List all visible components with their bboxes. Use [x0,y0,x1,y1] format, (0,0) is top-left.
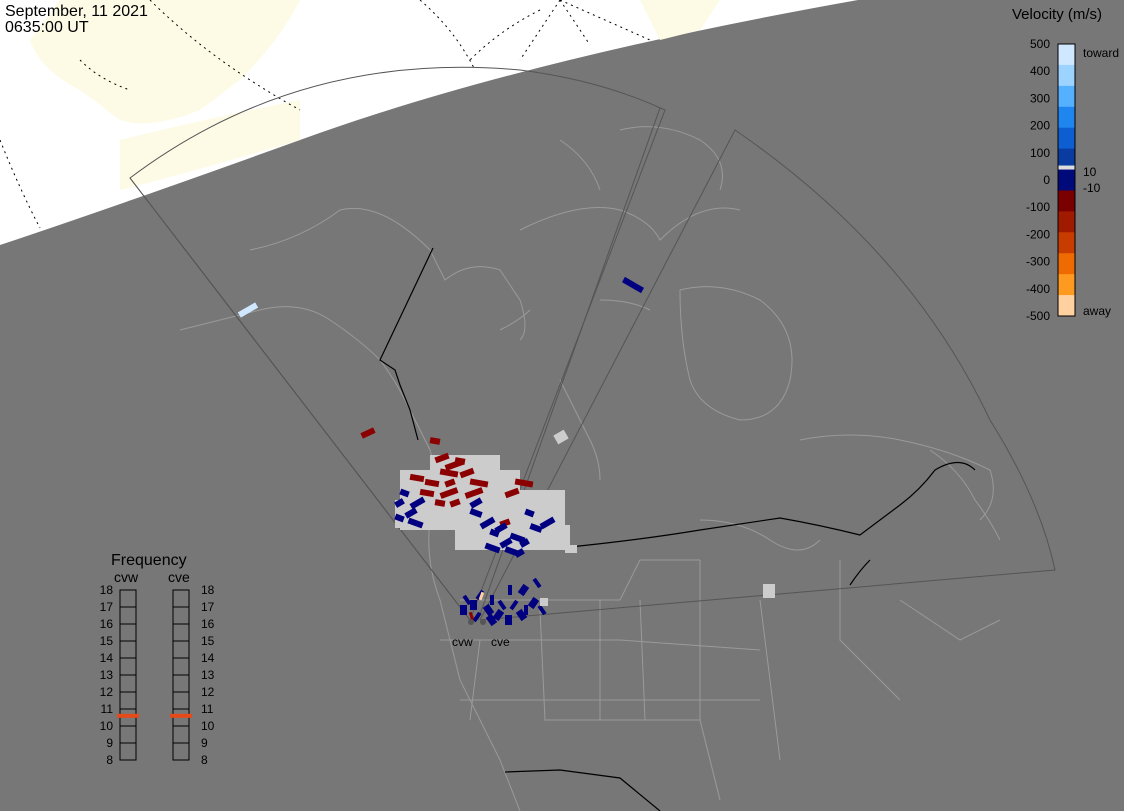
radar-site-cvw-marker [468,619,474,625]
frequency-level-left: 17 [100,600,114,614]
frequency-level-right: 14 [201,651,215,665]
velocity-scale-title: Velocity (m/s) [1012,6,1102,23]
frequency-level-left: 8 [106,753,113,767]
velocity-scale-swatch [1058,253,1075,275]
velocity-scale-swatch [1058,44,1075,66]
velocity-cell [460,605,467,615]
velocity-scale-swatch [1058,295,1075,317]
frequency-level-right: 16 [201,617,215,631]
velocity-scale-swatch [1058,211,1075,233]
frequency-level-right: 12 [201,685,215,699]
frequency-title: Frequency [111,552,187,569]
frequency-radar-cvw-label: cvw [114,569,139,585]
frequency-level-right: 9 [201,736,208,750]
velocity-scale-tick: -300 [1026,255,1050,269]
frequency-level-right: 13 [201,668,215,682]
frequency-marker-cvw [117,713,139,718]
velocity-scale-tick: -400 [1026,282,1050,296]
frequency-level-left: 14 [100,651,114,665]
frequency-level-right: 8 [201,753,208,767]
velocity-inner-label-pos: 10 [1083,165,1097,179]
frequency-marker-cve [170,713,192,718]
velocity-scale-tick: 0 [1043,173,1050,187]
frequency-level-left: 13 [100,668,114,682]
frequency-level-left: 18 [100,583,114,597]
velocity-scale-tick: 100 [1030,146,1050,160]
ground-scatter-cell [763,584,775,598]
frequency-level-right: 10 [201,719,215,733]
radar-site-cve-label: cve [491,635,510,649]
frequency-level-right: 15 [201,634,215,648]
ground-scatter-cell [540,598,548,606]
velocity-scale-tick: 200 [1030,119,1050,133]
velocity-cell [524,605,528,615]
frequency-level-left: 12 [100,685,114,699]
frequency-level-right: 17 [201,600,215,614]
radar-site-cvw-label: cvw [452,635,473,649]
date-label: September, 11 2021 [5,3,148,20]
velocity-cell [505,615,512,625]
velocity-scale-tick: -100 [1026,200,1050,214]
velocity-cell [490,595,494,605]
velocity-scale-swatch [1058,106,1075,129]
velocity-scale-zero-band [1058,165,1075,170]
radar-site-cve-marker [480,619,486,625]
frequency-radar-cve-label: cve [168,569,190,585]
frequency-level-left: 15 [100,634,114,648]
frequency-level-left: 11 [101,702,114,716]
velocity-scale-tick: 500 [1030,37,1050,51]
velocity-cell [508,585,512,595]
velocity-scale-swatch [1058,127,1075,150]
velocity-scale-tick: -200 [1026,227,1050,241]
frequency-level-right: 18 [201,583,215,597]
velocity-scale-swatch [1058,274,1075,296]
velocity-scale-swatch [1058,85,1075,108]
frequency-level-left: 9 [106,736,113,750]
velocity-cell [470,600,477,610]
velocity-scale-tick: 300 [1030,91,1050,105]
velocity-scale-swatch [1058,169,1075,191]
ground-scatter-cell [565,545,577,553]
velocity-away-label: away [1083,304,1111,318]
frequency-level-left: 16 [100,617,114,631]
map-canvas: cvw cve 500 400 300 200 100 0 -100 -200 -300 -400… [0,0,1124,811]
velocity-scale-swatch [1058,190,1075,212]
velocity-scale-tick: 400 [1030,64,1050,78]
velocity-scale-tick: -500 [1026,309,1050,323]
time-label: 0635:00 UT [5,19,89,36]
frequency-level-left: 10 [100,719,114,733]
frequency-level-right: 11 [201,702,214,716]
velocity-scale-swatch [1058,64,1075,87]
velocity-inner-label-neg: -10 [1083,181,1101,195]
velocity-toward-label: toward [1083,46,1119,60]
velocity-scale-swatch [1058,232,1075,254]
